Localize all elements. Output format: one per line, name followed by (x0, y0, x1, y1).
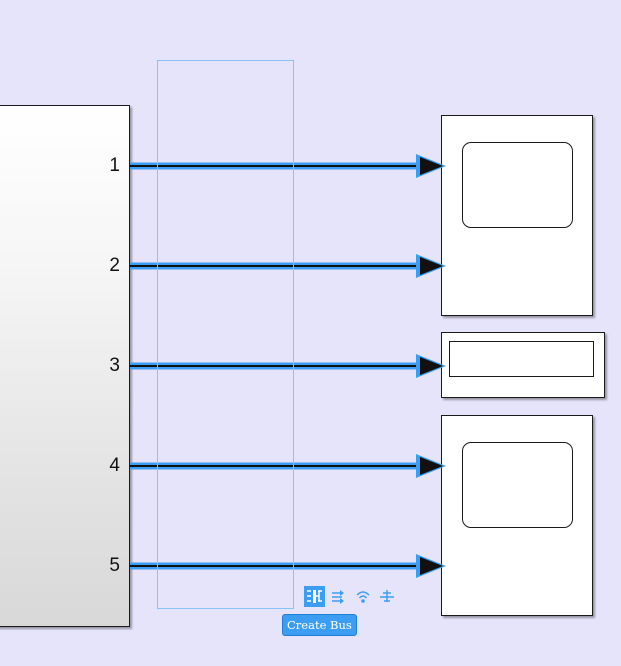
model-canvas[interactable]: 1 2 3 4 5 Create Bus (0, 0, 621, 666)
arrowhead-icon (420, 357, 443, 375)
arrowhead-icon (420, 557, 443, 575)
route-lines-button[interactable] (328, 586, 349, 607)
signal-properties-icon (355, 591, 370, 603)
log-signal-icon (379, 590, 394, 602)
create-bus-button[interactable] (304, 586, 325, 607)
signal-properties-button[interactable] (352, 586, 373, 607)
arrowhead-icon (420, 157, 443, 175)
selection-marquee (157, 60, 294, 609)
arrowhead-icon (420, 257, 443, 275)
create-bus-tooltip: Create Bus (282, 614, 357, 636)
create-bus-icon (307, 590, 322, 603)
log-signal-button[interactable] (376, 586, 397, 607)
signal-lines-layer (130, 154, 446, 578)
quick-action-bar (304, 586, 397, 607)
arrowhead-icon (420, 457, 443, 475)
route-lines-icon (331, 590, 344, 604)
